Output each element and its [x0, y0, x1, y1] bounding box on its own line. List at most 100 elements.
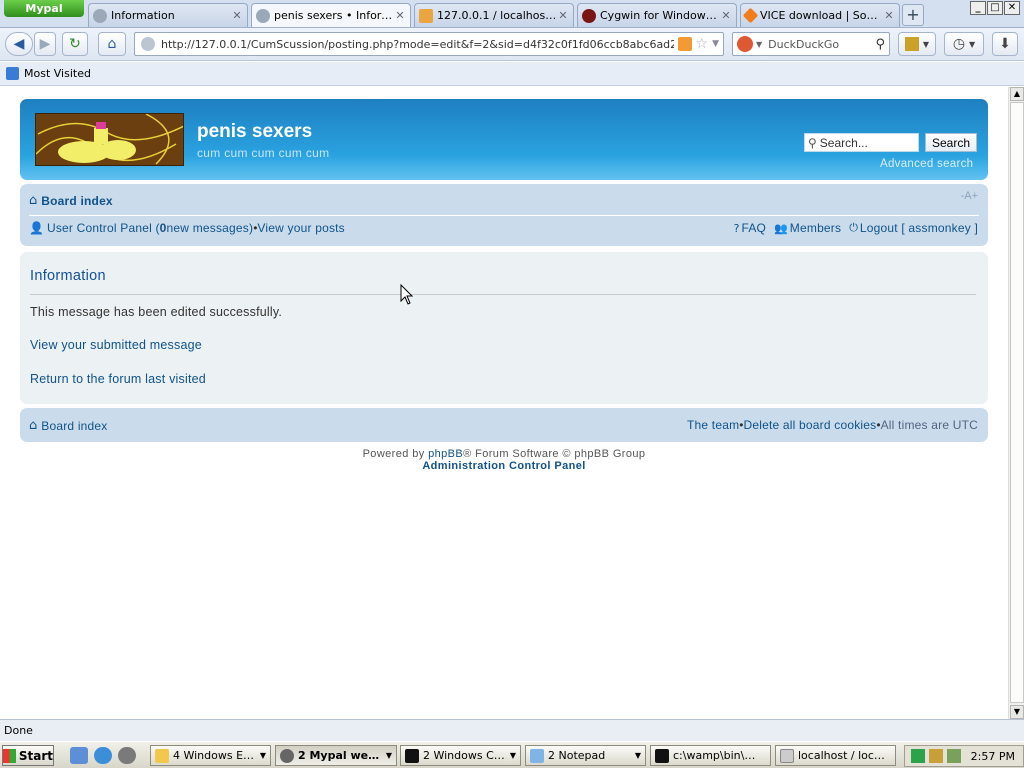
chevron-down-icon[interactable]: ▼	[712, 39, 719, 49]
navbar-divider	[29, 215, 979, 216]
chevron-down-icon[interactable]: ▼	[756, 40, 762, 49]
taskbar-explorer[interactable]: 4 Windows Exp... ▼	[150, 745, 271, 766]
home-button[interactable]: ⌂	[98, 32, 126, 56]
footer-navbar: ⌂ Board index The team • Delete all boar…	[20, 408, 988, 442]
return-forum-link[interactable]: Return to the forum last visited	[30, 372, 206, 386]
font-size-control[interactable]: -A+	[961, 190, 978, 202]
taskbar-label: c:\wamp\bin\mys...	[673, 749, 766, 762]
globe-icon	[256, 8, 270, 23]
scroll-down-arrow-icon[interactable]: ▼	[1010, 705, 1024, 719]
ie-icon[interactable]	[94, 747, 112, 764]
mypal-quicklaunch-icon[interactable]	[118, 747, 136, 764]
user-icon: 👤	[29, 221, 44, 235]
site-logo[interactable]	[35, 113, 184, 166]
search-engine-label: DuckDuckGo	[768, 37, 840, 51]
close-icon[interactable]: ✕	[557, 9, 569, 22]
windows-logo-icon	[3, 748, 16, 763]
tray-app-icon[interactable]	[910, 749, 925, 763]
tab-information[interactable]: Information ✕	[88, 3, 248, 27]
clock[interactable]: 2:57 PM	[971, 750, 1015, 763]
address-bar[interactable]: http://127.0.0.1/CumScussion/posting.php…	[134, 32, 724, 56]
view-posts-link[interactable]: View your posts	[257, 221, 345, 235]
board-index-link[interactable]: Board index	[41, 194, 113, 208]
delete-cookies-link[interactable]: Delete all board cookies	[744, 418, 877, 432]
maximize-button[interactable]: □	[987, 1, 1003, 15]
vertical-scrollbar[interactable]: ▲ ▼	[1008, 87, 1024, 719]
tab-label: Cygwin for Windows X...	[600, 9, 720, 22]
scroll-up-arrow-icon[interactable]: ▲	[1010, 87, 1024, 101]
forum-search-button[interactable]: Search	[925, 133, 977, 152]
power-icon: ⏻	[849, 221, 858, 234]
scrollbar-thumb[interactable]	[1010, 102, 1024, 703]
tab-label: 127.0.0.1 / localhost / ...	[437, 9, 557, 22]
rss-icon[interactable]	[677, 37, 692, 51]
duckduckgo-icon	[737, 36, 753, 52]
app-menu-button[interactable]: Mypal	[4, 0, 84, 17]
search-bar[interactable]: ▼ DuckDuckGo ⚲	[732, 32, 890, 56]
minimize-button[interactable]: _	[970, 1, 986, 15]
bookmarks-toolbar: Most Visited	[0, 62, 1024, 86]
acp-link[interactable]: Administration Control Panel	[0, 460, 1008, 472]
back-button[interactable]: ◀	[5, 32, 33, 56]
chevron-down-icon: ▼	[259, 751, 266, 760]
forum-search-input[interactable]: ⚲ Search...	[804, 133, 919, 152]
bookmark-star-icon[interactable]: ☆	[696, 36, 709, 52]
taskbar-console[interactable]: 2 Windows Co... ▼	[400, 745, 521, 766]
bookmark-most-visited[interactable]: Most Visited	[6, 67, 91, 80]
taskbar-mysql-console[interactable]: c:\wamp\bin\mys...	[650, 745, 771, 766]
logout-link[interactable]: Logout [ assmonkey ]	[860, 221, 978, 235]
search-icon[interactable]: ⚲	[875, 37, 885, 52]
home-icon: ⌂	[29, 418, 38, 433]
chevron-down-icon: ▼	[922, 39, 930, 49]
copyright: Powered by phpBB® Forum Software © phpBB…	[0, 448, 1008, 460]
taskbar-localhost[interactable]: localhost / localh...	[775, 745, 896, 766]
close-icon[interactable]: ✕	[720, 9, 732, 22]
ucp-link[interactable]: User Control Panel (	[47, 221, 160, 235]
faq-link[interactable]: FAQ	[741, 221, 766, 235]
phpbb-link[interactable]: phpBB	[428, 448, 463, 460]
browser-icon	[780, 748, 794, 763]
reload-button[interactable]: ↻	[62, 32, 88, 56]
forward-button[interactable]: ▶	[34, 32, 56, 56]
team-link[interactable]: The team	[687, 418, 739, 432]
new-messages-count[interactable]: 0	[160, 221, 167, 235]
tray-network-icon[interactable]	[946, 749, 961, 763]
advanced-search-link[interactable]: Advanced search	[880, 158, 973, 170]
search-placeholder: Search...	[819, 135, 868, 150]
user-links: 👤 User Control Panel ( 0 new messages) •…	[29, 221, 345, 235]
download-arrow-icon: ⬇	[999, 36, 1011, 52]
view-message-link[interactable]: View your submitted message	[30, 338, 202, 352]
tab-phpmyadmin[interactable]: 127.0.0.1 / localhost / ... ✕	[414, 3, 574, 27]
bookmarks-menu-button[interactable]: ▼	[898, 32, 936, 56]
new-tab-button[interactable]: +	[902, 4, 924, 26]
downloads-button[interactable]: ⬇	[992, 32, 1018, 56]
page-content: penis sexers cum cum cum cum cum ⚲ Searc…	[0, 87, 1008, 719]
tray-wamp-icon[interactable]	[928, 749, 943, 763]
footer-links: The team • Delete all board cookies • Al…	[687, 418, 978, 432]
show-desktop-icon[interactable]	[70, 747, 88, 764]
tab-sourceforge[interactable]: VICE download | Sourc... ✕	[740, 3, 900, 27]
history-menu-button[interactable]: ◷ ▼	[944, 32, 984, 56]
right-links: ? FAQ 👥 Members ⏻ Logout [ assmonkey ]	[734, 221, 978, 235]
status-text: Done	[4, 724, 33, 737]
close-icon[interactable]: ✕	[394, 9, 406, 22]
tab-label: Information	[111, 9, 175, 22]
close-icon[interactable]: ✕	[231, 9, 243, 22]
start-button[interactable]: Start	[2, 745, 54, 766]
globe-icon	[93, 8, 107, 23]
tab-forum[interactable]: penis sexers • Informa... ✕	[251, 3, 411, 27]
close-icon[interactable]: ✕	[883, 9, 895, 22]
footer-board-index-link[interactable]: Board index	[41, 419, 107, 433]
status-bar: Done	[0, 719, 1024, 741]
taskbar-label: 2 Notepad	[548, 749, 606, 762]
taskbar-notepad[interactable]: 2 Notepad ▼	[525, 745, 646, 766]
system-tray: 2:57 PM	[904, 745, 1024, 767]
new-messages-link[interactable]: new messages)	[167, 221, 254, 235]
window-close-button[interactable]: ✕	[1004, 1, 1020, 15]
members-link[interactable]: Members	[790, 221, 841, 235]
tab-cygwin[interactable]: Cygwin for Windows X... ✕	[577, 3, 737, 27]
powered-by-text: Powered by	[362, 448, 429, 460]
taskbar-mypal[interactable]: 2 Mypal web ... ▼	[275, 745, 397, 766]
tab-bar: Mypal Information ✕ penis sexers • Infor…	[0, 0, 1024, 28]
taskbar-label: localhost / localh...	[798, 749, 891, 762]
